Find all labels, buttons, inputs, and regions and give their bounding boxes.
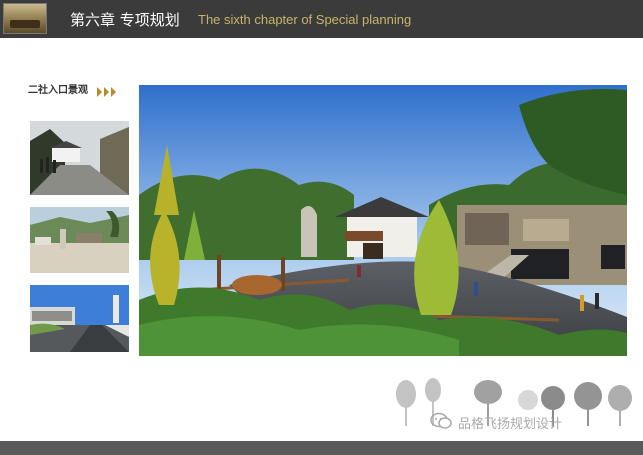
watermark-text: 品格飞扬规划设计: [458, 417, 563, 432]
chapter-title-en: The sixth chapter of Special planning: [198, 12, 412, 27]
section-arrows: [97, 82, 118, 97]
arrow-icon: [97, 87, 102, 97]
section-title: 二社入口景观: [28, 85, 88, 96]
header-bar: 第六章 专项规划 The sixth chapter of Special pl…: [0, 0, 643, 38]
main-landscape-rendering: [139, 85, 627, 356]
header-thumbnail: [3, 3, 47, 34]
site-photo-1: [30, 121, 129, 195]
arrow-icon: [111, 87, 116, 97]
footer-bar: [0, 441, 643, 455]
wechat-icon: [430, 412, 452, 429]
site-photo-3: [30, 285, 129, 352]
arrow-icon: [104, 87, 109, 97]
chapter-title-cn: 第六章 专项规划: [70, 11, 180, 29]
site-photo-2: [30, 207, 129, 273]
